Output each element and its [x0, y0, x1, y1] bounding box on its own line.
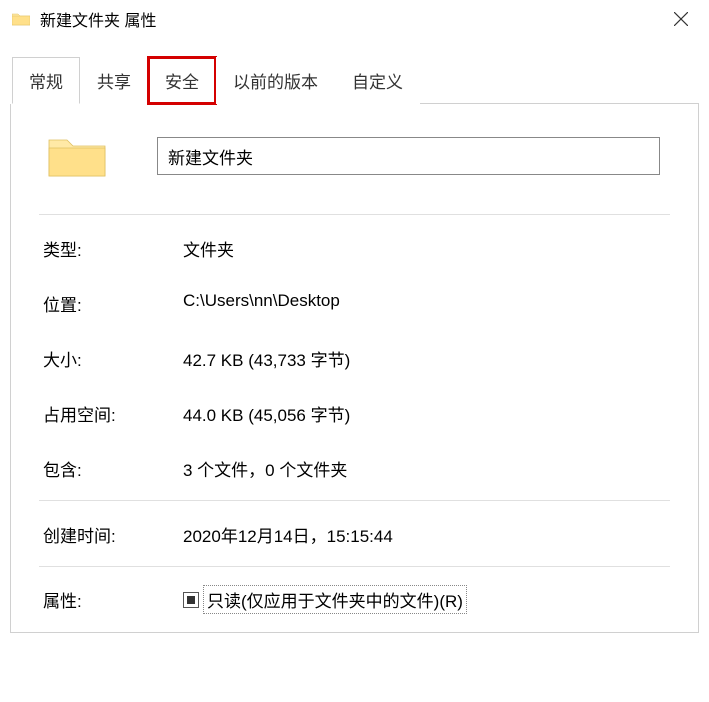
- label-type: 类型:: [43, 236, 183, 261]
- window-title: 新建文件夹 属性: [40, 7, 156, 31]
- label-location: 位置:: [43, 291, 183, 316]
- divider: [39, 566, 670, 567]
- titlebar-left: 新建文件夹 属性: [12, 7, 156, 31]
- titlebar: 新建文件夹 属性: [0, 0, 709, 44]
- label-size-on-disk: 占用空间:: [43, 401, 183, 426]
- tab-custom[interactable]: 自定义: [335, 57, 420, 104]
- row-size: 大小: 42.7 KB (43,733 字节): [39, 331, 670, 386]
- folder-name-input[interactable]: [157, 137, 660, 175]
- dialog-body: 常规 共享 安全 以前的版本 自定义 类型: 文件夹 位置: C:\Users\…: [0, 44, 709, 633]
- readonly-checkbox-wrapper: 只读(仅应用于文件夹中的文件)(R): [183, 587, 465, 612]
- tab-previous-versions[interactable]: 以前的版本: [216, 57, 335, 104]
- folder-icon-large: [47, 132, 107, 180]
- label-contains: 包含:: [43, 456, 183, 481]
- value-created: 2020年12月14日，15:15:44: [183, 522, 393, 547]
- row-created: 创建时间: 2020年12月14日，15:15:44: [39, 507, 670, 562]
- tab-general[interactable]: 常规: [12, 57, 80, 104]
- row-contains: 包含: 3 个文件，0 个文件夹: [39, 441, 670, 496]
- value-size: 42.7 KB (43,733 字节): [183, 346, 350, 371]
- tab-share[interactable]: 共享: [80, 57, 148, 104]
- value-location: C:\Users\nn\Desktop: [183, 291, 340, 316]
- header-row: [39, 132, 670, 180]
- folder-icon: [12, 12, 30, 26]
- row-size-on-disk: 占用空间: 44.0 KB (45,056 字节): [39, 386, 670, 441]
- readonly-checkbox[interactable]: [183, 592, 199, 608]
- divider: [39, 214, 670, 215]
- label-size: 大小:: [43, 346, 183, 371]
- label-created: 创建时间:: [43, 522, 183, 547]
- tab-content: 类型: 文件夹 位置: C:\Users\nn\Desktop 大小: 42.7…: [10, 104, 699, 633]
- tab-security[interactable]: 安全: [148, 57, 216, 104]
- readonly-label[interactable]: 只读(仅应用于文件夹中的文件)(R): [205, 587, 465, 612]
- row-type: 类型: 文件夹: [39, 221, 670, 276]
- divider: [39, 500, 670, 501]
- tab-strip: 常规 共享 安全 以前的版本 自定义: [12, 56, 699, 104]
- close-button[interactable]: [661, 4, 701, 34]
- label-attributes: 属性:: [43, 587, 183, 612]
- value-size-on-disk: 44.0 KB (45,056 字节): [183, 401, 350, 426]
- value-type: 文件夹: [183, 236, 234, 261]
- value-contains: 3 个文件，0 个文件夹: [183, 456, 347, 481]
- row-location: 位置: C:\Users\nn\Desktop: [39, 276, 670, 331]
- row-attributes: 属性: 只读(仅应用于文件夹中的文件)(R): [39, 573, 670, 612]
